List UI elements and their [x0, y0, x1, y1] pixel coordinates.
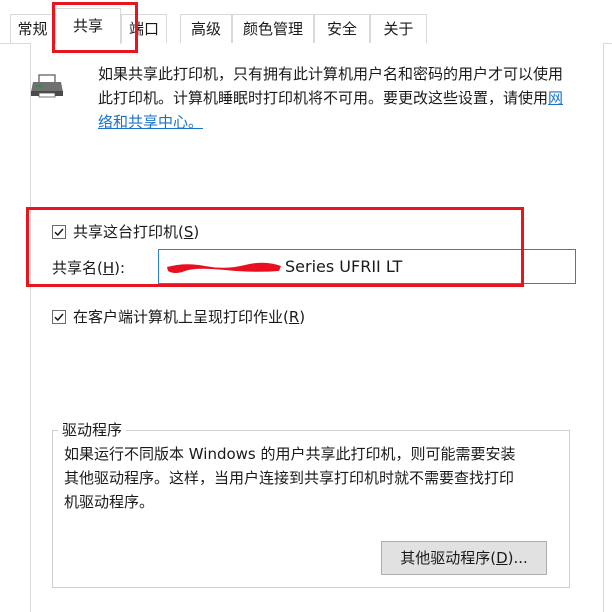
description-line-2-text: 此打印机。计算机睡眠时打印机将不可用。要更改这些设置，请使用: [98, 89, 549, 107]
tab-security[interactable]: 安全: [314, 14, 370, 43]
share-name-label: 共享名(H):: [52, 259, 126, 277]
checkmark-icon: [54, 228, 64, 237]
tab-strip: 常规 端口 高级 颜色管理 安全 关于 共享: [0, 0, 612, 44]
render-jobs-label[interactable]: 在客户端计算机上呈现打印作业(R): [73, 307, 305, 327]
tab-sharing[interactable]: 共享: [55, 8, 121, 44]
drivers-line-1: 如果运行不同版本 Windows 的用户共享此打印机，则可能需要安装: [64, 445, 516, 463]
render-jobs-checkbox[interactable]: [52, 310, 66, 324]
tab-about[interactable]: 关于: [370, 14, 427, 43]
printer-icon: [31, 74, 63, 98]
additional-drivers-button[interactable]: 其他驱动程序(D)...: [381, 541, 547, 575]
network-sharing-center-link[interactable]: 络和共享中心。: [98, 113, 203, 131]
checkmark-icon: [54, 313, 64, 322]
tab-color-management[interactable]: 颜色管理: [232, 14, 314, 43]
tab-advanced[interactable]: 高级: [180, 14, 232, 43]
drivers-description: 如果运行不同版本 Windows 的用户共享此打印机，则可能需要安装 其他驱动程…: [64, 442, 564, 514]
share-printer-checkbox[interactable]: [52, 225, 66, 239]
network-sharing-center-link-start[interactable]: 网: [548, 89, 563, 107]
tab-general[interactable]: 常规: [10, 14, 55, 43]
share-printer-label[interactable]: 共享这台打印机(S): [73, 222, 199, 242]
drivers-line-2: 其他驱动程序。这样，当用户连接到共享打印机时就不需要查找打印: [64, 469, 515, 487]
share-name-input[interactable]: Series UFRII LT: [158, 249, 576, 284]
sharing-description: 如果共享此打印机，只有拥有此计算机用户名和密码的用户才可以使用 此打印机。计算机…: [98, 62, 598, 134]
share-name-value: Series UFRII LT: [285, 257, 403, 276]
description-line-2: 此打印机。计算机睡眠时打印机将不可用。要更改这些设置，请使用网: [98, 86, 598, 110]
drivers-group-title: 驱动程序: [58, 420, 127, 440]
redaction-mark: [167, 262, 281, 273]
description-line-1: 如果共享此打印机，只有拥有此计算机用户名和密码的用户才可以使用: [98, 65, 564, 83]
tab-ports[interactable]: 端口: [121, 14, 167, 43]
description-line-3: 络和共享中心。: [98, 110, 598, 134]
drivers-line-3: 机驱动程序。: [64, 493, 155, 511]
